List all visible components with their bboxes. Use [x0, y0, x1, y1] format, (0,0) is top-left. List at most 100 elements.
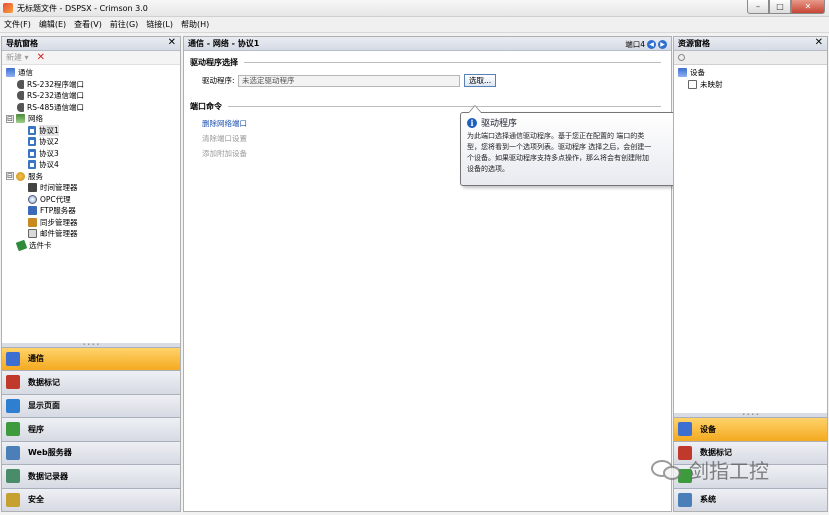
tooltip-line: 型，您将看到一个选项列表。驱动程序 选择之后，会创建一 — [467, 143, 652, 151]
close-button[interactable]: ✕ — [791, 0, 825, 14]
protocol-icon — [28, 160, 36, 170]
tree-item-devices[interactable]: 设备 — [676, 67, 827, 79]
comm-icon — [6, 351, 20, 366]
nav-button-comm[interactable]: 通信 — [2, 346, 180, 370]
menu-link[interactable]: 链接(L) — [146, 19, 173, 30]
tree-item-label: 网络 — [28, 114, 43, 124]
tree-item[interactable]: ⊟ 服务 — [4, 171, 180, 183]
nav-button-program[interactable]: 程序 — [2, 417, 180, 441]
tree-item[interactable]: 邮件管理器 — [4, 228, 180, 240]
tooltip-title: 驱动程序 — [481, 119, 518, 129]
navigation-category-buttons: • • • • 通信 数据标记 显示页面 程序 Web服务器 数据记录器 安全 — [2, 342, 180, 511]
ftp-icon — [28, 206, 37, 216]
select-driver-button[interactable]: 选取... — [464, 74, 497, 87]
tooltip-line: 设备的选项。 — [467, 165, 509, 173]
section-divider — [228, 106, 661, 107]
tree-item[interactable]: 协议3 — [4, 148, 180, 160]
tooltip-body: 为此端口选择通信驱动程序。基于您正在配置的 端口的类 型，您将看到一个选项列表。… — [467, 131, 672, 175]
navigation-pane: 导航窗格 ✕ 新建 ▾ ✕ 通信 RS-232程序端口 RS-232通信端口 RS-4… — [1, 36, 181, 512]
tree-item[interactable]: 通信 — [4, 67, 180, 79]
tree-item[interactable]: 同步管理器 — [4, 217, 180, 229]
resource-pane-close-icon[interactable]: ✕ — [815, 37, 823, 48]
nav-button-label: 系统 — [700, 495, 716, 505]
tree-item[interactable]: OPC代理 — [4, 194, 180, 206]
tree-item[interactable]: FTP服务器 — [4, 205, 180, 217]
time-icon — [28, 183, 37, 193]
tree-item-label: FTP服务器 — [40, 206, 76, 216]
tree-item[interactable]: 协议1 — [4, 124, 180, 137]
resource-search[interactable] — [674, 51, 827, 65]
device-icon — [678, 68, 687, 78]
commands-section-header: 端口命令 — [190, 101, 671, 112]
port-icon — [17, 91, 24, 101]
tree-item[interactable]: 协议2 — [4, 136, 180, 148]
port-icon — [17, 79, 24, 89]
tree-item[interactable]: ⊟ 网络 — [4, 113, 180, 125]
driver-field[interactable]: 未选定驱动程序 — [238, 74, 460, 87]
editor-header: 通信 - 网络 - 协议1 端口4 ◀ ▶ — [184, 37, 671, 51]
menu-edit[interactable]: 编辑(E) — [39, 19, 66, 30]
nav-button-logger[interactable]: 数据记录器 — [2, 464, 180, 488]
tree-item-label: RS-232通信端口 — [27, 91, 84, 101]
driver-section-header: 驱动程序选择 — [190, 57, 671, 68]
menu-help[interactable]: 帮助(H) — [181, 19, 209, 30]
tree-item[interactable]: 协议4 — [4, 159, 180, 171]
network-icon — [16, 114, 25, 124]
nav-button-device[interactable]: 设备 — [674, 417, 827, 441]
resource-pane: 资源窗格 ✕ 设备 未映射 • • • • 设备 数据标记 系统 — [673, 36, 828, 512]
delete-icon[interactable]: ✕ — [37, 52, 45, 63]
device-icon — [678, 422, 692, 437]
tree-item-label: 时间管理器 — [40, 183, 78, 193]
security-icon — [6, 492, 20, 507]
new-button[interactable]: 新建 ▾ — [6, 52, 29, 63]
tree-item-label: 协议1 — [39, 124, 59, 136]
tree-item[interactable]: 选件卡 — [4, 239, 180, 252]
tree-item-label: RS-485通信端口 — [27, 102, 84, 112]
nav-button-display[interactable]: 显示页面 — [2, 393, 180, 417]
next-arrow-icon[interactable]: ▶ — [658, 39, 667, 49]
tree-item[interactable]: RS-232程序端口 — [4, 79, 180, 91]
tree-item-label: 同步管理器 — [40, 217, 78, 227]
navigation-pane-header: 导航窗格 ✕ — [2, 37, 180, 51]
nav-button-system[interactable]: 系统 — [674, 487, 827, 511]
minimize-button[interactable]: – — [747, 0, 769, 14]
tree-item-unmapped[interactable]: 未映射 — [676, 79, 827, 91]
nav-button-label: 安全 — [28, 495, 44, 505]
driver-section-title: 驱动程序选择 — [190, 58, 238, 67]
menu-bar: 文件(F) 编辑(E) 查看(V) 前往(G) 链接(L) 帮助(H) — [0, 17, 829, 33]
nav-button-label: 数据标记 — [28, 377, 60, 387]
navigation-pane-close-icon[interactable]: ✕ — [168, 37, 176, 48]
menu-go[interactable]: 前往(G) — [110, 19, 138, 30]
web-icon — [6, 445, 20, 460]
expander-icon[interactable]: ⊟ — [6, 114, 14, 123]
nav-button-label: 设备 — [700, 424, 716, 434]
nav-button-security[interactable]: 安全 — [2, 487, 180, 511]
tree-item-label: 通信 — [18, 68, 33, 78]
resource-pane-title: 资源窗格 — [678, 39, 710, 48]
tree-item[interactable]: 时间管理器 — [4, 182, 180, 194]
driver-row: 驱动程序: 未选定驱动程序 选取... — [202, 74, 671, 87]
nav-button-label: 通信 — [28, 354, 44, 364]
nav-button-label: 显示页面 — [28, 401, 60, 411]
expander-icon[interactable]: ⊟ — [6, 172, 14, 181]
maximize-button[interactable]: □ — [769, 0, 791, 14]
tree-item-label: 协议3 — [39, 148, 59, 158]
navigation-pane-title: 导航窗格 — [6, 39, 38, 48]
tooltip-line: 个设备。如果驱动程序支持多点操作，那么将会有创建附加 — [467, 154, 649, 162]
tree-item-label: 协议4 — [39, 160, 59, 170]
protocol-icon — [28, 125, 36, 135]
commands-section-title: 端口命令 — [190, 102, 222, 111]
menu-file[interactable]: 文件(F) — [4, 19, 31, 30]
nav-button-tags[interactable]: 数据标记 — [2, 370, 180, 394]
navigation-tree: 通信 RS-232程序端口 RS-232通信端口 RS-485通信端口 ⊟ 网络 协议1 协议… — [2, 65, 180, 252]
port-navigator: 端口4 ◀ ▶ — [625, 37, 667, 51]
comm-icon — [6, 68, 15, 78]
info-icon: i — [467, 117, 477, 128]
tree-item[interactable]: RS-485通信端口 — [4, 102, 180, 114]
menu-view[interactable]: 查看(V) — [74, 19, 102, 30]
tree-item[interactable]: RS-232通信端口 — [4, 90, 180, 102]
previous-arrow-icon[interactable]: ◀ — [647, 39, 656, 49]
window-title: 无标题文件 - DSPSX - Crimson 3.0 — [17, 3, 148, 13]
title-bar: 无标题文件 - DSPSX - Crimson 3.0 – □ ✕ — [0, 0, 829, 17]
nav-button-web[interactable]: Web服务器 — [2, 440, 180, 464]
